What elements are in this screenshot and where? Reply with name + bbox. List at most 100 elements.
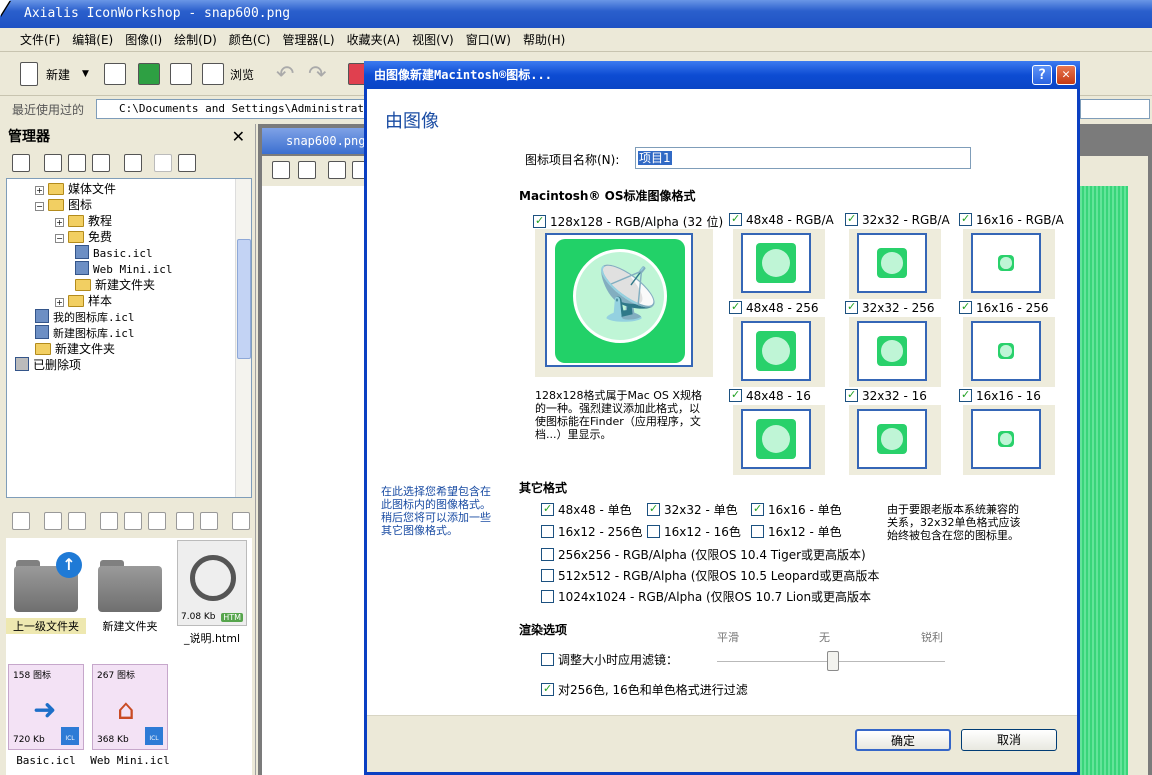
file-item-html[interactable]: 7.08 Kb HTM _说明.html	[172, 538, 252, 646]
menu-item[interactable]: 编辑(E)	[66, 28, 119, 52]
checkbox[interactable]	[845, 212, 858, 226]
checkbox[interactable]	[845, 300, 858, 314]
scroll-thumb[interactable]	[237, 239, 251, 359]
tree-node[interactable]: 新建文件夹	[35, 341, 115, 357]
file-item-new-folder[interactable]: 新建文件夹	[90, 538, 170, 634]
tree-node[interactable]: + 教程	[55, 213, 112, 229]
format-option[interactable]: 48x48 - 256	[729, 300, 819, 315]
save-icon[interactable]	[328, 161, 346, 179]
checkbox[interactable]	[751, 502, 764, 516]
format-option[interactable]: 16x16 - 256	[959, 300, 1049, 315]
new-button[interactable]: 新建 ▼	[20, 60, 89, 88]
checkbox[interactable]	[541, 502, 554, 516]
format-option[interactable]: 48x48 - 单色	[541, 501, 632, 518]
tree-node[interactable]: 我的图标库.icl	[35, 309, 135, 325]
gift-icon[interactable]	[148, 512, 166, 530]
filter-option[interactable]: 对256色, 16色和单色格式进行过滤	[541, 681, 748, 698]
checkbox[interactable]	[541, 590, 554, 603]
tree-node[interactable]: 新建图标库.icl	[35, 325, 135, 341]
checkbox[interactable]	[541, 653, 554, 666]
cancel-button[interactable]: 取消	[961, 729, 1057, 751]
format-option[interactable]: 16x12 - 16色	[647, 523, 741, 540]
checkbox[interactable]	[729, 388, 742, 402]
format-option[interactable]: 16x16 - RGB/A	[959, 212, 1064, 227]
format-option[interactable]: 256x256 - RGB/Alpha (仅限OS 10.4 Tiger或更高版…	[541, 546, 866, 563]
save-icon[interactable]	[170, 63, 192, 85]
file-item-up[interactable]: ↑ 上一级文件夹	[6, 538, 86, 634]
new-library-icon[interactable]	[68, 154, 86, 172]
checkbox[interactable]	[959, 300, 972, 314]
tree-node[interactable]: 新建文件夹	[75, 277, 155, 293]
recent-path-field-2[interactable]	[1080, 99, 1150, 119]
close-icon[interactable]: ✕	[232, 124, 245, 150]
tree-node[interactable]: Web Mini.icl	[75, 261, 172, 277]
redo-icon[interactable]: ↷	[308, 60, 326, 88]
slider-knob[interactable]	[827, 651, 839, 671]
checkbox[interactable]	[541, 682, 554, 696]
format-option[interactable]: 16x16 - 单色	[751, 501, 842, 518]
new-folder-icon[interactable]	[44, 154, 62, 172]
add-image-icon[interactable]	[272, 161, 290, 179]
format-option[interactable]: 16x16 - 16	[959, 388, 1041, 403]
tree-scrollbar[interactable]	[235, 179, 251, 497]
format-option[interactable]: 16x12 - 单色	[751, 523, 842, 540]
expand-icon[interactable]: +	[55, 218, 64, 227]
chevron-down-icon[interactable]: ▼	[82, 69, 89, 79]
import-icon[interactable]	[12, 154, 30, 172]
format-128[interactable]: 128x128 - RGB/Alpha (32 位)	[533, 213, 723, 230]
menu-item[interactable]: 收藏夹(A)	[341, 28, 407, 52]
menu-item[interactable]: 文件(F)	[14, 28, 66, 52]
document-tab[interactable]: snap600.png	[262, 128, 368, 154]
menu-item[interactable]: 颜色(C)	[223, 28, 277, 52]
add-icon-icon[interactable]	[298, 161, 316, 179]
rename-icon[interactable]	[92, 154, 110, 172]
checkbox[interactable]	[647, 525, 660, 538]
checkbox[interactable]	[729, 212, 742, 226]
tree-node[interactable]: 已删除项	[15, 357, 81, 373]
icon-grid-icon[interactable]	[104, 63, 126, 85]
close-icon[interactable]: ✕	[1056, 65, 1076, 85]
undo-icon[interactable]: ↶	[276, 60, 294, 88]
help-icon[interactable]: ?	[1032, 65, 1052, 85]
copy-icon[interactable]	[44, 512, 62, 530]
file-item-webmini[interactable]: 267 图标 ⌂ 368 Kb ICL Web Mini.icl	[90, 664, 170, 767]
format-option[interactable]: 32x32 - 16	[845, 388, 927, 403]
checkbox[interactable]	[647, 502, 660, 516]
ok-button[interactable]: 确定	[855, 729, 951, 751]
download-icon[interactable]	[12, 512, 30, 530]
tree-node[interactable]: − 图标	[35, 197, 92, 213]
view-mode-icon[interactable]	[176, 512, 194, 530]
panel-splitter[interactable]	[0, 498, 256, 506]
expand-icon[interactable]: +	[55, 298, 64, 307]
checkbox[interactable]	[541, 569, 554, 582]
format-option[interactable]: 48x48 - 16	[729, 388, 811, 403]
format-option[interactable]: 48x48 - RGB/A	[729, 212, 834, 227]
format-option[interactable]: 512x512 - RGB/Alpha (仅限OS 10.5 Leopard或更…	[541, 567, 879, 584]
expand-icon[interactable]: +	[35, 186, 44, 195]
collapse-icon[interactable]: −	[35, 202, 44, 211]
tree-node[interactable]: + 样本	[55, 293, 112, 309]
name-field[interactable]: 项目1	[635, 147, 971, 169]
filter-slider[interactable]	[717, 651, 945, 671]
menu-item[interactable]: 帮助(H)	[517, 28, 571, 52]
collapse-icon[interactable]: −	[55, 234, 64, 243]
checkbox[interactable]	[533, 214, 546, 228]
menu-item[interactable]: 管理器(L)	[277, 28, 341, 52]
tree-node[interactable]: − 免费	[55, 229, 112, 245]
paste-icon[interactable]	[68, 512, 86, 530]
menu-item[interactable]: 视图(V)	[406, 28, 460, 52]
format-option[interactable]: 32x32 - 256	[845, 300, 935, 315]
checkbox[interactable]	[541, 525, 554, 538]
tree-node[interactable]: + 媒体文件	[35, 181, 116, 197]
menu-item[interactable]: 图像(I)	[119, 28, 168, 52]
format-option[interactable]: 1024x1024 - RGB/Alpha (仅限OS 10.7 Lion或更高…	[541, 588, 871, 605]
browse-button[interactable]: 浏览	[202, 60, 254, 88]
file-item-basic[interactable]: 158 图标 ➜ 720 Kb ICL Basic.icl	[6, 664, 86, 767]
trash-icon[interactable]	[232, 512, 250, 530]
recent-path-field[interactable]: C:\Documents and Settings\Administrator\…	[96, 99, 366, 119]
resize-filter-option[interactable]: 调整大小时应用滤镜：	[541, 651, 678, 668]
checkbox[interactable]	[729, 300, 742, 314]
tree-node[interactable]: Basic.icl	[75, 245, 153, 261]
checkbox[interactable]	[959, 388, 972, 402]
checkbox[interactable]	[751, 525, 764, 538]
